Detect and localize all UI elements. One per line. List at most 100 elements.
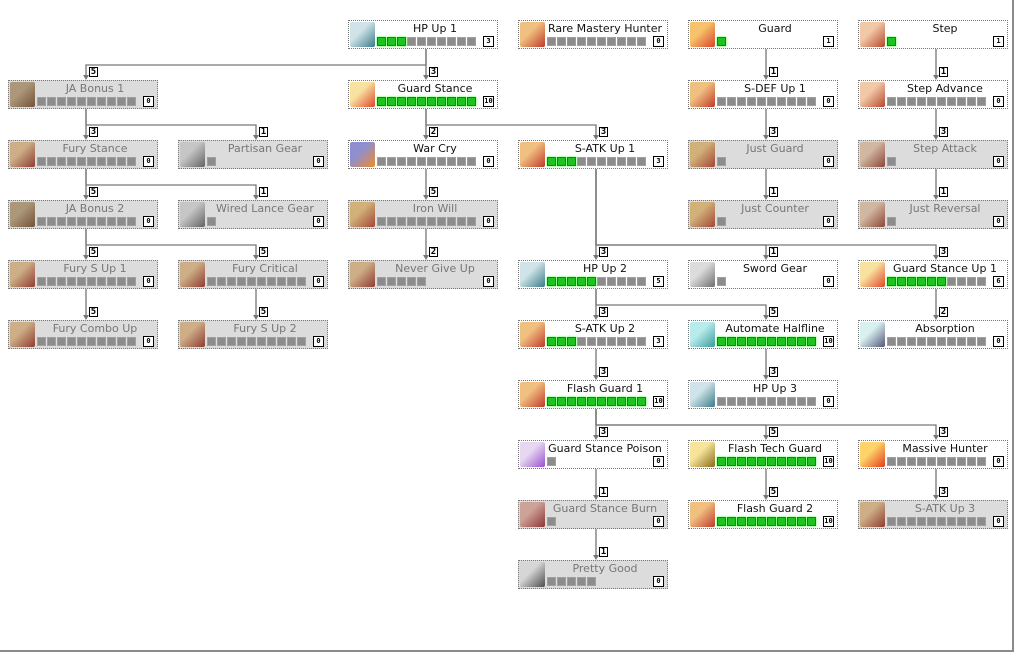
skill-node-hp2[interactable]: HP Up 2 5 (518, 260, 668, 289)
skill-node-sdef1[interactable]: S-DEF Up 1 0 (688, 80, 838, 109)
skill-name: Just Reversal (909, 202, 981, 215)
skill-level-bar (717, 517, 816, 526)
skill-node-step[interactable]: Step 1 (858, 20, 1008, 49)
skill-node-stepadv[interactable]: Step Advance 0 (858, 80, 1008, 109)
skill-node-swordgear[interactable]: Sword Gear 0 (688, 260, 838, 289)
skill-node-pg[interactable]: Pretty Good 0 (518, 560, 668, 589)
skill-node-stepatk[interactable]: Step Attack 0 (858, 140, 1008, 169)
level-pip-empty (297, 337, 306, 346)
skill-node-jc[interactable]: Just Counter 0 (688, 200, 838, 229)
level-pip-filled (757, 337, 766, 346)
skill-node-rmh[interactable]: Rare Mastery Hunter 0 (518, 20, 668, 49)
level-pip-empty (947, 97, 956, 106)
skill-node-satk1[interactable]: S-ATK Up 1 3 (518, 140, 668, 169)
level-pip-empty (617, 277, 626, 286)
skill-name: JA Bonus 2 (65, 202, 125, 215)
required-level-label: 1 (939, 67, 948, 77)
required-level-label: 3 (769, 127, 778, 137)
skill-node-jg[interactable]: Just Guard 0 (688, 140, 838, 169)
skill-node-absorb[interactable]: Absorption 0 (858, 320, 1008, 349)
skill-node-gsu1[interactable]: Guard Stance Up 16 (858, 260, 1008, 289)
skill-level-bar (887, 517, 986, 526)
level-pip-empty (207, 277, 216, 286)
level-pip-empty (727, 97, 736, 106)
skill-node-hp3[interactable]: HP Up 3 0 (688, 380, 838, 409)
level-pip-empty (627, 277, 636, 286)
level-pip-empty (407, 217, 416, 226)
level-pip-empty (567, 577, 576, 586)
skill-node-hp1[interactable]: HP Up 1 3 (348, 20, 498, 49)
level-pip-empty (547, 577, 556, 586)
level-pip-empty (757, 397, 766, 406)
skill-node-gs[interactable]: Guard Stance 10 (348, 80, 498, 109)
level-pip-filled (727, 337, 736, 346)
skill-node-ngu[interactable]: Never Give Up 0 (348, 260, 498, 289)
skill-level-bar (37, 157, 136, 166)
level-pip-filled (787, 457, 796, 466)
skill-level: 3 (653, 336, 664, 347)
skill-level: 5 (653, 276, 664, 287)
skill-node-ja1[interactable]: JA Bonus 1 0 (8, 80, 158, 109)
skill-level-bar (37, 217, 136, 226)
skill-node-warcry[interactable]: War Cry 0 (348, 140, 498, 169)
level-pip-empty (397, 277, 406, 286)
skill-level: 10 (483, 96, 494, 107)
required-level-label: 3 (599, 427, 608, 437)
level-pip-empty (907, 517, 916, 526)
level-pip-empty (767, 97, 776, 106)
skill-node-ironwill[interactable]: Iron Will 0 (348, 200, 498, 229)
skill-node-fg1[interactable]: Flash Guard 1 10 (518, 380, 668, 409)
skill-node-fury[interactable]: Fury Stance 0 (8, 140, 158, 169)
level-pip-empty (57, 217, 66, 226)
level-pip-empty (117, 97, 126, 106)
skill-node-ja2[interactable]: JA Bonus 2 0 (8, 200, 158, 229)
skill-node-fg2[interactable]: Flash Guard 2 10 (688, 500, 838, 529)
level-pip-empty (207, 157, 216, 166)
level-pip-empty (947, 337, 956, 346)
absorb-icon (860, 322, 885, 347)
level-pip-empty (927, 517, 936, 526)
skill-node-partisan[interactable]: Partisan Gear 0 (178, 140, 328, 169)
level-pip-empty (427, 157, 436, 166)
skill-node-guard[interactable]: Guard 1 (688, 20, 838, 49)
level-pip-empty (577, 157, 586, 166)
skill-node-satk2[interactable]: S-ATK Up 2 3 (518, 320, 668, 349)
skill-level: 0 (993, 156, 1004, 167)
skill-node-satk3[interactable]: S-ATK Up 3 0 (858, 500, 1008, 529)
required-level-label: 1 (769, 67, 778, 77)
level-pip-empty (957, 337, 966, 346)
level-pip-empty (757, 97, 766, 106)
skill-level-bar (377, 277, 426, 286)
level-pip-filled (617, 397, 626, 406)
level-pip-filled (767, 517, 776, 526)
level-pip-empty (607, 277, 616, 286)
skill-node-gsp[interactable]: Guard Stance Poison 0 (518, 440, 668, 469)
skill-name: Fury S Up 1 (63, 262, 127, 275)
skill-node-fs2[interactable]: Fury S Up 2 0 (178, 320, 328, 349)
skill-node-jr[interactable]: Just Reversal 0 (858, 200, 1008, 229)
skill-node-ftg[interactable]: Flash Tech Guard 10 (688, 440, 838, 469)
skill-node-auto[interactable]: Automate Halfline 10 (688, 320, 838, 349)
skill-node-wired[interactable]: Wired Lance Gear 0 (178, 200, 328, 229)
skill-node-fcombo[interactable]: Fury Combo Up 0 (8, 320, 158, 349)
level-pip-empty (77, 217, 86, 226)
skill-node-fs1[interactable]: Fury S Up 1 0 (8, 260, 158, 289)
level-pip-empty (587, 337, 596, 346)
ja-icon (10, 82, 35, 107)
skill-name: Fury Critical (232, 262, 298, 275)
level-pip-empty (597, 277, 606, 286)
level-pip-filled (747, 457, 756, 466)
level-pip-empty (597, 37, 606, 46)
level-pip-empty (37, 217, 46, 226)
skill-level-bar (887, 277, 986, 286)
level-pip-empty (937, 97, 946, 106)
skill-node-fcrit[interactable]: Fury Critical 0 (178, 260, 328, 289)
skill-name: S-DEF Up 1 (744, 82, 806, 95)
skill-node-mh[interactable]: Massive Hunter 0 (858, 440, 1008, 469)
required-level-label: 3 (939, 487, 948, 497)
skill-level-bar (887, 337, 986, 346)
level-pip-empty (977, 457, 986, 466)
skill-level-bar (887, 97, 986, 106)
skill-node-gsb[interactable]: Guard Stance Burn 0 (518, 500, 668, 529)
skill-name: Iron Will (412, 202, 458, 215)
